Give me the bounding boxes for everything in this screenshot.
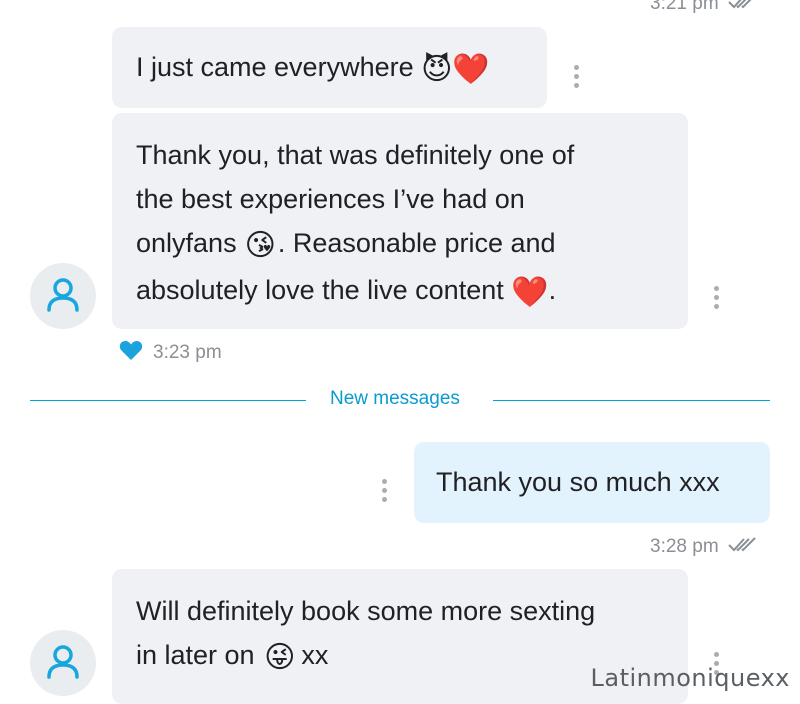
message-time: 3:23 pm: [153, 342, 222, 363]
message-text-fragment: onlyfans: [136, 228, 237, 258]
message-line: Will definitely book some more sexting: [136, 596, 596, 626]
more-vert-icon[interactable]: [573, 65, 579, 88]
outgoing-message-bubble[interactable]: Thank you so much xxx: [414, 442, 770, 523]
message-line: the best experiences I’ve had on: [136, 184, 525, 214]
watermark-text: Latinmoniquexx: [590, 664, 790, 692]
message-time-top-label: 3:21 pm: [650, 0, 719, 14]
read-check-icon: [728, 537, 756, 552]
message-time-top: 3:21 pm: [650, 0, 758, 15]
avatar[interactable]: [30, 630, 96, 696]
message-line: Thank you, that was definitely one of: [136, 140, 575, 170]
message-text: I just came everywhere: [136, 52, 414, 82]
heart-emoji: ❤️: [511, 276, 549, 309]
read-check-icon: [728, 0, 752, 9]
wink-tongue-emoji: 😜: [264, 641, 296, 674]
message-text-fragment: xx: [301, 640, 329, 670]
incoming-message-bubble[interactable]: Thank you, that was definitely one of th…: [112, 113, 688, 329]
more-vert-icon[interactable]: [713, 286, 719, 309]
divider-line-left: [30, 400, 306, 401]
more-vert-icon[interactable]: [381, 479, 387, 502]
message-line: onlyfans 😘. Reasonable price and: [136, 221, 688, 268]
message-text-fragment: absolutely love the live content: [136, 275, 504, 305]
message-emoji: 😈❤️: [421, 53, 490, 86]
message-time-label: 3:28 pm: [650, 536, 719, 557]
new-messages-divider-label: New messages: [330, 388, 460, 409]
avatar[interactable]: [30, 263, 96, 329]
message-time: 3:28 pm: [650, 536, 758, 558]
user-avatar-icon: [47, 645, 79, 679]
divider-line-right: [493, 400, 770, 401]
message-text-fragment: in later on: [136, 640, 255, 670]
kiss-emoji: 😘: [244, 229, 276, 262]
user-avatar-icon: [47, 278, 79, 312]
message-text-fragment: .: [548, 275, 557, 305]
message-text-fragment: . Reasonable price and: [277, 228, 556, 258]
message-line: absolutely love the live content ❤️.: [136, 268, 688, 315]
incoming-message-bubble[interactable]: I just came everywhere 😈❤️: [112, 27, 547, 108]
message-text: Thank you so much xxx: [436, 467, 720, 497]
heart-reaction-icon[interactable]: [119, 339, 143, 361]
